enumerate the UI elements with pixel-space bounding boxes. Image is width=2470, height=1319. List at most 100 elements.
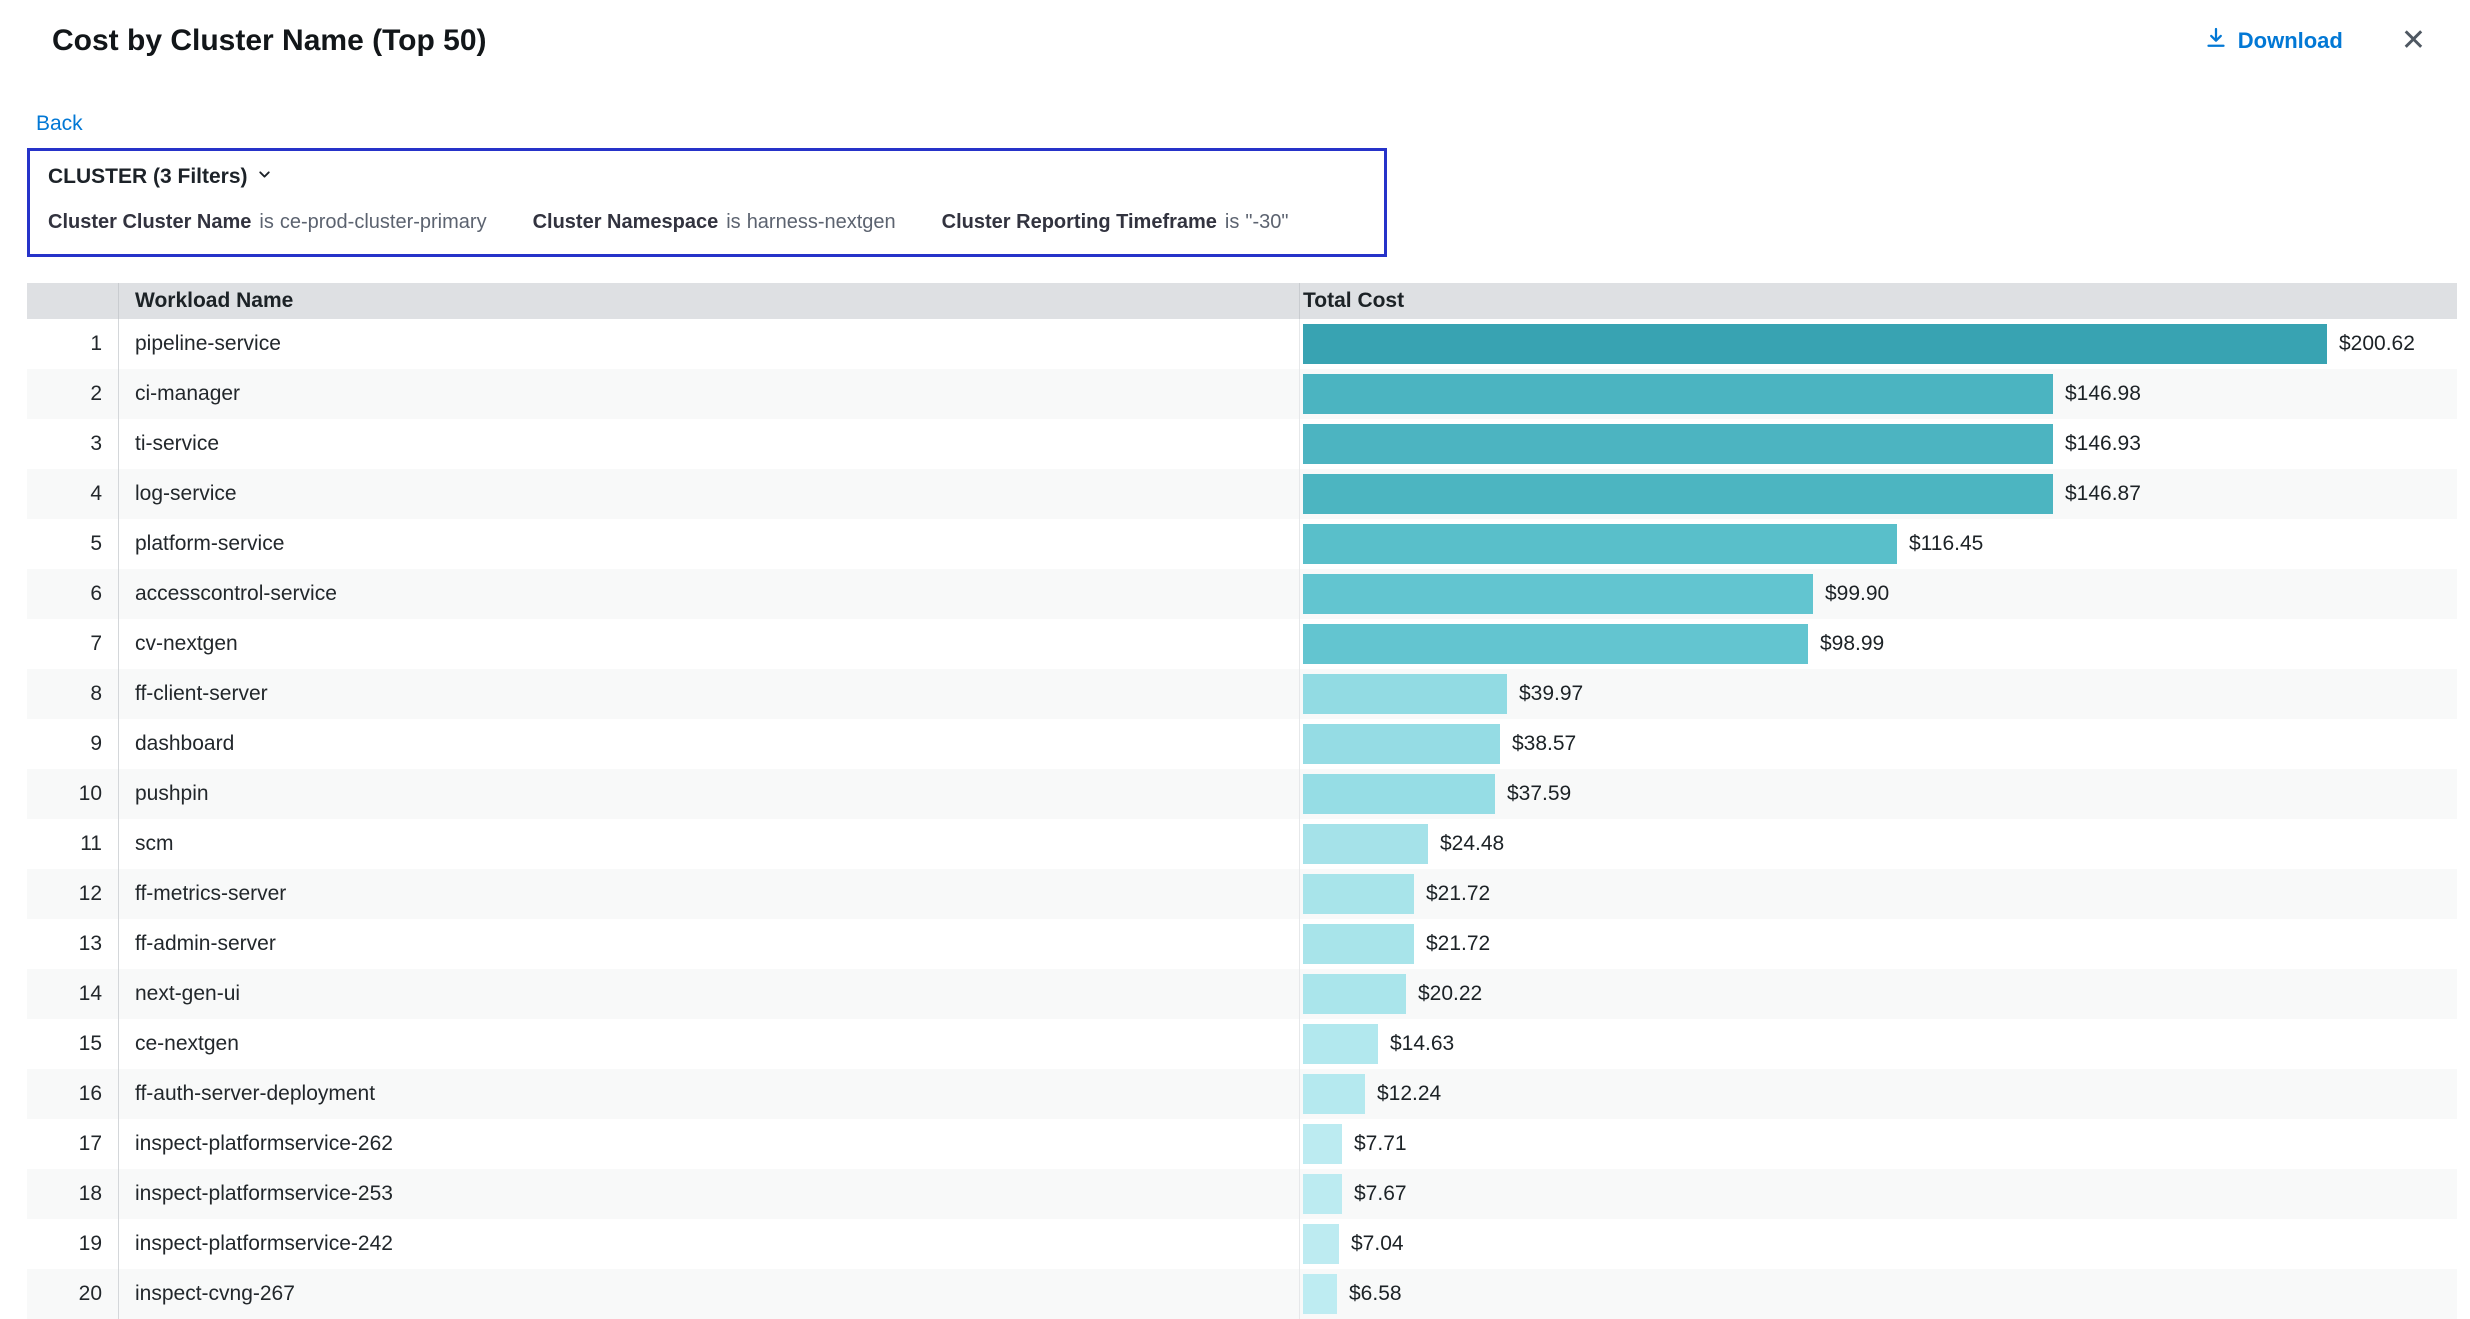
cost-bar [1303,1124,1342,1164]
cost-bar [1303,824,1428,864]
cost-bar [1303,324,2327,364]
cost-label: $14.63 [1390,1032,1454,1056]
cost-bar [1303,724,1500,764]
cost-label: $98.99 [1820,632,1884,656]
cost-bar [1303,1274,1337,1314]
cost-bar-cell: $200.62 [1299,319,2457,369]
workload-name: cv-nextgen [119,619,1299,669]
workload-name: ff-auth-server-deployment [119,1069,1299,1119]
cost-label: $99.90 [1825,582,1889,606]
workload-name: ff-admin-server [119,919,1299,969]
row-rank: 18 [27,1169,119,1219]
filter-group-toggle[interactable]: CLUSTER (3 Filters) [48,165,273,189]
table-row[interactable]: 5platform-service$116.45 [27,519,2457,569]
table-row[interactable]: 10pushpin$37.59 [27,769,2457,819]
row-rank: 9 [27,719,119,769]
filter-operator: is [726,211,740,233]
filter-item-cluster-name[interactable]: Cluster Cluster Nameisce-prod-cluster-pr… [48,211,487,234]
filter-item-namespace[interactable]: Cluster Namespaceisharness-nextgen [533,211,896,234]
download-label: Download [2238,28,2343,54]
cost-label: $24.48 [1440,832,1504,856]
table-row[interactable]: 17inspect-platformservice-262$7.71 [27,1119,2457,1169]
table-row[interactable]: 12ff-metrics-server $21.72 [27,869,2457,919]
cost-bar [1303,374,2053,414]
table-row[interactable]: 19inspect-platformservice-242$7.04 [27,1219,2457,1269]
download-icon [2204,26,2228,56]
table-row[interactable]: 13ff-admin-server$21.72 [27,919,2457,969]
filter-box: CLUSTER (3 Filters) Cluster Cluster Name… [27,148,1387,257]
workload-name: inspect-platformservice-262 [119,1119,1299,1169]
cost-bar-cell: $6.58 [1299,1269,2457,1319]
chevron-down-icon [256,165,273,189]
filter-item-timeframe[interactable]: Cluster Reporting Timeframeis"-30" [942,211,1289,234]
cost-bar-cell: $98.99 [1299,619,2457,669]
cost-bar [1303,774,1495,814]
cost-bar-cell: $20.22 [1299,969,2457,1019]
cost-bar [1303,974,1406,1014]
table-row[interactable]: 1pipeline-service$200.62 [27,319,2457,369]
back-link[interactable]: Back [36,112,83,136]
cost-bar-cell: $146.98 [1299,369,2457,419]
table-row[interactable]: 4log-service$146.87 [27,469,2457,519]
modal-header: Cost by Cluster Name (Top 50) Download ✕ [0,0,2470,58]
workload-name: platform-service [119,519,1299,569]
table-row[interactable]: 7cv-nextgen$98.99 [27,619,2457,669]
table-row[interactable]: 20inspect-cvng-267$6.58 [27,1269,2457,1319]
workload-name: ce-nextgen [119,1019,1299,1069]
download-button[interactable]: Download [2204,26,2343,56]
cost-bar-cell: $14.63 [1299,1019,2457,1069]
row-rank: 14 [27,969,119,1019]
column-header-rank [27,283,119,319]
cost-label: $146.93 [2065,432,2141,456]
workload-name: scm [119,819,1299,869]
table-row[interactable]: 9dashboard$38.57 [27,719,2457,769]
workload-name: pipeline-service [119,319,1299,369]
row-rank: 6 [27,569,119,619]
table-row[interactable]: 14next-gen-ui$20.22 [27,969,2457,1019]
workload-name: next-gen-ui [119,969,1299,1019]
workload-name: pushpin [119,769,1299,819]
cost-label: $146.98 [2065,382,2141,406]
table-row[interactable]: 8ff-client-server$39.97 [27,669,2457,719]
table-row[interactable]: 11scm$24.48 [27,819,2457,869]
filter-label: Cluster Reporting Timeframe [942,211,1217,233]
cost-label: $38.57 [1512,732,1576,756]
cost-label: $21.72 [1426,882,1490,906]
table-row[interactable]: 3ti-service$146.93 [27,419,2457,469]
table-row[interactable]: 16ff-auth-server-deployment$12.24 [27,1069,2457,1119]
cost-bar-cell: $12.24 [1299,1069,2457,1119]
cost-label: $39.97 [1519,682,1583,706]
cost-label: $7.71 [1354,1132,1407,1156]
page-title: Cost by Cluster Name (Top 50) [52,24,487,58]
workload-name: inspect-platformservice-253 [119,1169,1299,1219]
cost-bar-cell: $7.04 [1299,1219,2457,1269]
column-header-total-cost: Total Cost [1299,283,2457,319]
row-rank: 12 [27,869,119,919]
cost-label: $146.87 [2065,482,2141,506]
row-rank: 16 [27,1069,119,1119]
row-rank: 4 [27,469,119,519]
filter-value: ce-prod-cluster-primary [280,211,487,233]
row-rank: 5 [27,519,119,569]
workload-name: inspect-cvng-267 [119,1269,1299,1319]
table-header-row: Workload Name Total Cost [27,283,2457,319]
table-row[interactable]: 2ci-manager$146.98 [27,369,2457,419]
cost-bar-cell: $146.87 [1299,469,2457,519]
filter-label: Cluster Namespace [533,211,719,233]
cost-table: Workload Name Total Cost 1pipeline-servi… [27,283,2457,1319]
cost-by-cluster-modal: Cost by Cluster Name (Top 50) Download ✕… [0,0,2470,1319]
cost-bar [1303,574,1813,614]
table-row[interactable]: 18inspect-platformservice-253 $7.67 [27,1169,2457,1219]
cost-label: $7.67 [1354,1182,1407,1206]
cost-bar [1303,1024,1378,1064]
workload-name: ff-metrics-server [119,869,1299,919]
workload-name: inspect-platformservice-242 [119,1219,1299,1269]
filter-operator: is [1225,211,1239,233]
table-row[interactable]: 6accesscontrol-service$99.90 [27,569,2457,619]
close-button[interactable]: ✕ [2401,26,2426,56]
table-row[interactable]: 15ce-nextgen$14.63 [27,1019,2457,1069]
cost-bar [1303,474,2053,514]
cost-bar [1303,924,1414,964]
cost-bar-cell: $38.57 [1299,719,2457,769]
cost-bar-cell: $37.59 [1299,769,2457,819]
